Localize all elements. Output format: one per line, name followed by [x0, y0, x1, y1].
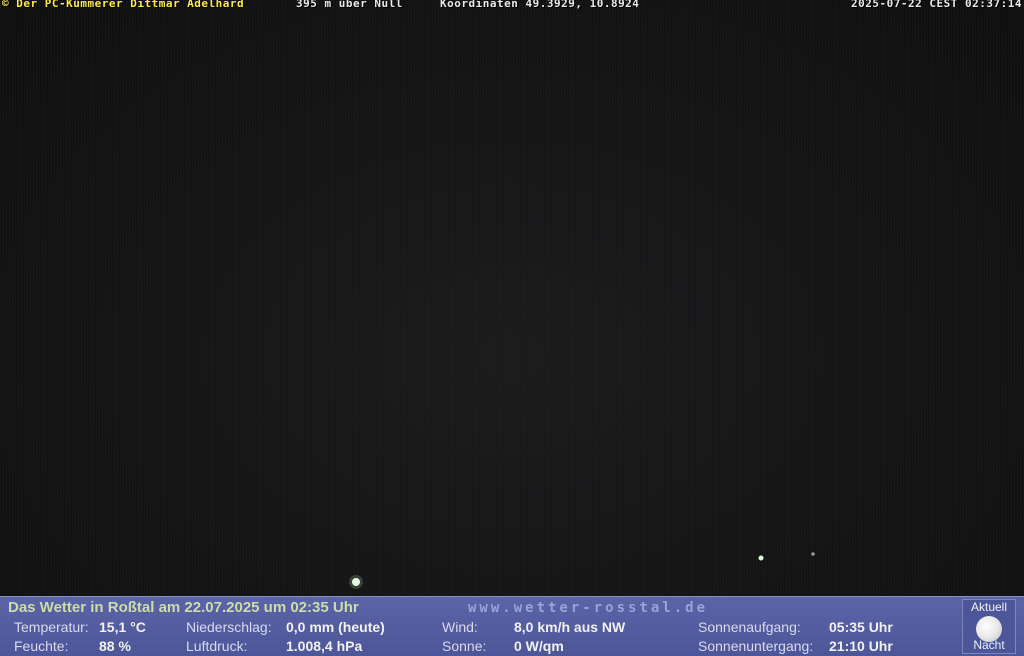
moon-bottom-label: Nacht: [973, 638, 1005, 652]
wind-value: 8,0 km/h aus NW: [514, 619, 626, 635]
precipitation-label: Niederschlag:: [186, 619, 272, 635]
night-scene: [349, 552, 815, 589]
altitude-text: 395 m über Null: [296, 0, 403, 10]
temperature-value: 15,1 °C: [99, 619, 146, 635]
sunset-value: 21:10 Uhr: [829, 638, 893, 654]
moon-top-label: Aktuell: [970, 600, 1008, 614]
weather-title: Das Wetter in Roßtal am 22.07.2025 um 02…: [8, 599, 359, 616]
website-url: www.wetter-rosstal.de: [468, 600, 709, 616]
wind-label: Wind:: [442, 619, 478, 635]
humidity-value: 88 %: [99, 638, 131, 654]
pressure-value: 1.008,4 hPa: [286, 638, 363, 654]
coordinates-text: Koordinaten 49.3929, 10.8924: [440, 0, 640, 10]
sun-value: 0 W/qm: [514, 638, 564, 654]
sunrise-value: 05:35 Uhr: [829, 619, 893, 635]
humidity-label: Feuchte:: [14, 638, 69, 654]
distant-light: [811, 552, 815, 556]
precipitation-value: 0,0 mm (heute): [286, 619, 385, 635]
distant-light-glow: [349, 575, 363, 589]
distant-light: [758, 555, 764, 561]
pressure-label: Luftdruck:: [186, 638, 248, 654]
sunrise-label: Sonnenaufgang:: [698, 619, 801, 635]
weather-panel: Das Wetter in Roßtal am 22.07.2025 um 02…: [0, 596, 1024, 656]
sunset-label: Sonnenuntergang:: [698, 638, 814, 654]
copyright-text: © Der PC-Kümmerer Dittmar Adelhard: [2, 0, 245, 10]
moon-phase-box: Aktuell Nacht: [962, 599, 1016, 654]
webcam-night-image: [0, 0, 1024, 596]
sun-label: Sonne:: [442, 638, 487, 654]
timestamp-text: 2025-07-22 CEST 02:37:14: [851, 0, 1022, 10]
camera-overlay-bar: © Der PC-Kümmerer Dittmar Adelhard 395 m…: [0, 0, 1024, 12]
temperature-label: Temperatur:: [14, 619, 89, 635]
